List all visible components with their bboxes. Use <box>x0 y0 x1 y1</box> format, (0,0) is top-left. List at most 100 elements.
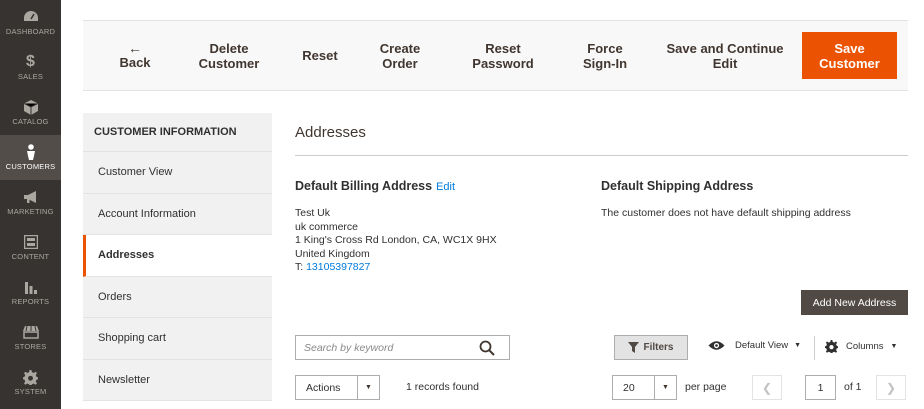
back-label: Back <box>119 55 151 70</box>
mass-actions-select[interactable]: Actions ▼ <box>295 375 380 400</box>
default-view-label: Default View <box>735 340 789 351</box>
force-signin-label-2: Sign-In <box>582 55 628 71</box>
save-continue-label-1: Save and Continue <box>666 40 784 56</box>
menu-item-dashboard[interactable]: DASHBOARD <box>0 0 61 45</box>
page-actions-toolbar: ← Back Delete Customer Reset Create Orde… <box>83 20 908 91</box>
address-line: Test Uk <box>295 207 331 219</box>
force-signin-label-1: Force <box>587 40 623 56</box>
menu-item-customers[interactable]: CUSTOMERS <box>0 135 61 180</box>
default-view-toggle[interactable]: Default View ▼ <box>708 340 801 351</box>
menu-item-system[interactable]: SYSTEM <box>0 360 61 405</box>
billing-address-title: Default Billing Address <box>295 179 433 193</box>
chevron-left-icon: ❮ <box>761 380 773 395</box>
address-phone: T: 13105397827 <box>295 261 497 275</box>
menu-label-sales: SALES <box>17 72 44 82</box>
bar-chart-icon <box>22 279 40 295</box>
create-order-label-2: Order <box>382 55 418 71</box>
save-continue-label-2: Edit <box>712 55 738 71</box>
tabs-title: CUSTOMER INFORMATION <box>83 113 272 152</box>
customer-info-tabs: CUSTOMER INFORMATION Customer View Accou… <box>83 113 272 401</box>
chevron-down-icon: ▼ <box>890 343 898 350</box>
columns-label: Columns <box>846 341 884 352</box>
shipping-address-title: Default Shipping Address <box>601 179 754 193</box>
chevron-down-icon: ▼ <box>654 376 676 399</box>
phone-link[interactable]: 13105397827 <box>306 261 370 273</box>
admin-menu: DASHBOARD $ SALES CATALOG CUSTOMERS MARK… <box>0 0 61 409</box>
tab-shopping-cart[interactable]: Shopping cart <box>83 318 272 360</box>
dashboard-icon <box>22 9 40 25</box>
menu-label-content: CONTENT <box>11 252 50 262</box>
tab-account-information[interactable]: Account Information <box>83 193 272 235</box>
reset-password-button[interactable]: Reset Password <box>463 21 543 90</box>
save-customer-label-2: Customer <box>819 55 880 71</box>
filters-label: Filters <box>643 342 674 353</box>
menu-item-stores[interactable]: STORES <box>0 315 61 360</box>
billing-address-heading: Default Billing Address Edit <box>295 179 455 193</box>
per-page-value: 20 <box>623 382 635 394</box>
tab-newsletter[interactable]: Newsletter <box>83 359 272 401</box>
reset-password-label-2: Password <box>472 55 534 71</box>
menu-label-catalog: CATALOG <box>12 117 49 127</box>
billing-address-block: Test Uk uk commerce 1 King's Cross Rd Lo… <box>295 207 497 275</box>
back-button[interactable]: ← Back <box>105 21 165 90</box>
section-divider <box>295 155 908 156</box>
cube-icon <box>22 99 40 115</box>
filters-button[interactable]: Filters <box>614 335 688 360</box>
previous-page-button[interactable]: ❮ <box>752 375 782 400</box>
gear-icon <box>22 369 40 385</box>
address-line: United Kingdom <box>295 247 370 260</box>
menu-item-marketing[interactable]: MARKETING <box>0 180 61 225</box>
save-customer-button[interactable]: Save Customer <box>802 32 897 79</box>
menu-item-content[interactable]: CONTENT <box>0 225 61 270</box>
reset-password-label-1: Reset <box>485 40 521 56</box>
person-icon <box>22 144 40 161</box>
chevron-down-icon: ▼ <box>357 376 379 399</box>
menu-label-stores: STORES <box>14 342 47 352</box>
menu-label-system: SYSTEM <box>14 387 47 397</box>
section-title: Addresses <box>295 124 366 141</box>
menu-label-marketing: MARKETING <box>7 207 54 217</box>
layout-icon <box>22 234 40 250</box>
menu-label-dashboard: DASHBOARD <box>5 27 56 37</box>
eye-icon <box>708 341 725 350</box>
force-signin-button[interactable]: Force Sign-In <box>573 21 637 90</box>
reset-button[interactable]: Reset <box>291 21 349 90</box>
menu-label-customers: CUSTOMERS <box>5 162 56 172</box>
save-customer-label-1: Save <box>834 40 865 56</box>
funnel-icon <box>628 342 640 353</box>
menu-item-sales[interactable]: $ SALES <box>0 45 61 90</box>
phone-prefix: T: <box>295 261 307 273</box>
tab-addresses[interactable]: Addresses <box>83 235 272 277</box>
dollar-icon: $ <box>26 53 35 71</box>
shipping-address-message: The customer does not have default shipp… <box>601 207 851 219</box>
toolbar-divider <box>814 336 815 360</box>
next-page-button[interactable]: ❯ <box>876 375 906 400</box>
per-page-select[interactable]: 20 ▼ <box>612 375 677 400</box>
columns-toggle[interactable]: Columns ▼ <box>825 340 897 353</box>
tab-orders[interactable]: Orders <box>83 276 272 318</box>
total-pages-label: of 1 <box>844 381 862 393</box>
search-icon[interactable] <box>479 340 495 356</box>
search-input[interactable]: Search by keyword <box>295 335 510 360</box>
chevron-down-icon: ▼ <box>794 342 802 349</box>
menu-label-reports: REPORTS <box>11 297 50 307</box>
records-found-count: 1 records found <box>406 381 479 393</box>
menu-item-reports[interactable]: REPORTS <box>0 270 61 315</box>
reset-label: Reset <box>302 48 338 63</box>
megaphone-icon <box>22 189 40 205</box>
storefront-icon <box>22 324 40 340</box>
create-order-button[interactable]: Create Order <box>368 21 432 90</box>
delete-customer-label-1: Delete <box>209 40 249 56</box>
add-new-address-button[interactable]: Add New Address <box>801 290 908 315</box>
delete-customer-button[interactable]: Delete Customer <box>189 21 269 90</box>
billing-edit-link[interactable]: Edit <box>436 181 455 193</box>
current-page-input[interactable]: 1 <box>805 375 836 400</box>
back-arrow-icon: ← <box>127 40 142 56</box>
menu-item-catalog[interactable]: CATALOG <box>0 90 61 135</box>
actions-label: Actions <box>306 382 341 394</box>
tab-customer-view[interactable]: Customer View <box>83 152 272 194</box>
address-line: uk commerce <box>295 220 359 233</box>
save-and-continue-button[interactable]: Save and Continue Edit <box>660 21 790 90</box>
address-line: 1 King's Cross Rd London, CA, WC1X 9HX <box>295 234 497 246</box>
delete-customer-label-2: Customer <box>198 55 260 71</box>
